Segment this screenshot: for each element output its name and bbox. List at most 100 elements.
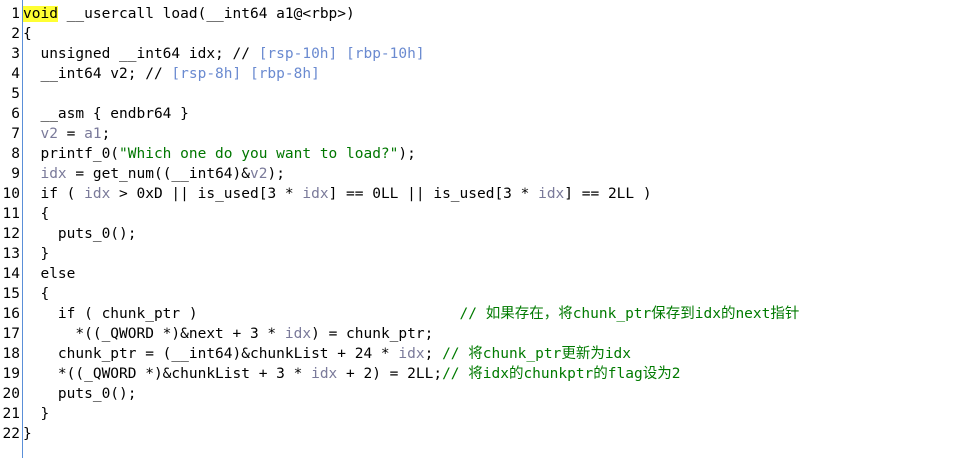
code-token: if ( xyxy=(23,186,85,202)
code-token: idx xyxy=(84,186,111,202)
code-token: a1 xyxy=(84,126,102,142)
code-line[interactable]: 3 unsigned __int64 idx; // [rsp-10h] [rb… xyxy=(0,44,424,64)
code-line[interactable]: 13 } xyxy=(0,244,50,264)
code-token: ] == 0LL || is_used[3 * xyxy=(328,186,539,202)
code-line[interactable]: 14 else xyxy=(0,264,76,284)
code-line[interactable]: 11 { xyxy=(0,204,50,224)
code-token: } xyxy=(23,246,50,262)
code-text: } xyxy=(23,404,49,424)
code-token: // 将chunk_ptr更新为idx xyxy=(442,346,632,362)
line-number: 17 xyxy=(2,326,20,342)
code-token: idx xyxy=(284,326,312,342)
code-line[interactable]: 20 puts_0(); xyxy=(0,384,137,404)
code-text: } xyxy=(23,244,49,264)
line-number: 20 xyxy=(2,386,20,402)
code-token: idx xyxy=(302,186,329,202)
code-token: ); xyxy=(398,146,416,162)
code-text: v2 = a1; xyxy=(23,124,110,144)
code-token: { xyxy=(23,26,32,42)
code-token: else xyxy=(23,266,76,282)
code-token: + 2) = 2LL; xyxy=(337,366,443,382)
line-number: 16 xyxy=(2,306,20,322)
code-text: { xyxy=(23,284,49,304)
code-line[interactable]: 10 if ( idx > 0xD || is_used[3 * idx] ==… xyxy=(0,184,652,204)
code-text: if ( chunk_ptr ) // 如果存在，将chunk_ptr保存到id… xyxy=(23,304,799,324)
code-token: idx xyxy=(311,366,338,382)
code-token: idx xyxy=(538,186,565,202)
code-line[interactable]: 19 *((_QWORD *)&chunkList + 3 * idx + 2)… xyxy=(0,364,681,384)
code-line[interactable]: 6 __asm { endbr64 } xyxy=(0,104,189,124)
line-number: 13 xyxy=(2,246,20,262)
code-token: chunk_ptr = (__int64)&chunkList + 24 * xyxy=(23,346,399,362)
code-line[interactable]: 9 idx = get_num((__int64)&v2); xyxy=(0,164,285,184)
code-token: puts_0(); xyxy=(23,386,137,402)
code-text: { xyxy=(23,204,49,224)
code-token: *((_QWORD *)&chunkList + 3 * xyxy=(23,366,312,382)
code-line[interactable]: 7 v2 = a1; xyxy=(0,124,110,144)
code-text: puts_0(); xyxy=(23,384,137,404)
line-number: 22 xyxy=(2,426,20,442)
line-number: 12 xyxy=(2,226,20,242)
code-text: unsigned __int64 idx; // [rsp-10h] [rbp-… xyxy=(23,44,425,64)
line-number: 19 xyxy=(2,366,20,382)
code-line[interactable]: 4 __int64 v2; // [rsp-8h] [rbp-8h] xyxy=(0,64,320,84)
code-line[interactable]: 8 printf_0("Which one do you want to loa… xyxy=(0,144,416,164)
code-token: // 如果存在，将chunk_ptr保存到idx的next指针 xyxy=(459,306,800,322)
line-number: 18 xyxy=(2,346,20,362)
line-number: 10 xyxy=(2,186,20,202)
code-token: __asm { endbr64 } xyxy=(23,106,189,122)
code-line[interactable]: 15 { xyxy=(0,284,50,304)
code-line[interactable]: 17 *((_QWORD *)&next + 3 * idx) = chunk_… xyxy=(0,324,434,344)
code-token: "Which one do you want to load?" xyxy=(119,146,399,162)
code-text: chunk_ptr = (__int64)&chunkList + 24 * i… xyxy=(23,344,631,364)
line-number: 15 xyxy=(2,286,20,302)
code-line[interactable]: 12 puts_0(); xyxy=(0,224,137,244)
code-token: idx xyxy=(398,346,425,362)
code-token: > 0xD || is_used[3 * xyxy=(110,186,303,202)
code-token: __int64 v2; // xyxy=(23,66,172,82)
code-token: { xyxy=(23,206,50,222)
code-token: [rsp-10h] [rbp-10h] xyxy=(258,46,425,62)
line-number: 6 xyxy=(11,106,20,122)
code-token: idx xyxy=(40,166,67,182)
pseudocode-view[interactable]: 1 void __usercall load(__int64 a1@<rbp>) 2… xyxy=(0,0,970,458)
code-token: puts_0(); xyxy=(23,226,137,242)
code-line[interactable]: 16 if ( chunk_ptr ) // 如果存在，将chunk_ptr保存… xyxy=(0,304,800,324)
code-token: [rsp-8h] [rbp-8h] xyxy=(171,66,320,82)
code-token: v2 xyxy=(250,166,268,182)
code-token: // 将idx的chunkptr的flag设为2 xyxy=(442,366,681,382)
code-token: } xyxy=(23,426,32,442)
code-token: void xyxy=(23,6,58,22)
code-token: if ( chunk_ptr ) xyxy=(23,306,460,322)
code-text: idx = get_num((__int64)&v2); xyxy=(23,164,285,184)
code-text: } xyxy=(23,424,32,444)
code-token: unsigned __int64 idx; // xyxy=(23,46,259,62)
code-token: ; xyxy=(424,346,443,362)
line-number: 11 xyxy=(2,206,20,222)
code-token: { xyxy=(23,286,50,302)
code-token: = get_num((__int64)& xyxy=(66,166,250,182)
code-token: *((_QWORD *)&next + 3 * xyxy=(23,326,285,342)
line-number: 21 xyxy=(2,406,20,422)
code-line[interactable]: 5 xyxy=(0,84,20,104)
code-line[interactable]: 21 } xyxy=(0,404,50,424)
code-line[interactable]: 2{ xyxy=(0,24,31,44)
code-line[interactable]: 1 void __usercall load(__int64 a1@<rbp>) xyxy=(0,4,355,24)
line-number: 2 xyxy=(11,26,20,42)
code-token: ] == 2LL ) xyxy=(564,186,652,202)
line-number: 14 xyxy=(2,266,20,282)
code-text: { xyxy=(23,24,32,44)
code-token: ); xyxy=(267,166,285,182)
code-token: printf_0( xyxy=(23,146,120,162)
code-line[interactable]: 22} xyxy=(0,424,32,444)
code-line[interactable]: 18 chunk_ptr = (__int64)&chunkList + 24 … xyxy=(0,344,631,364)
code-token: = xyxy=(57,126,85,142)
code-text: *((_QWORD *)&chunkList + 3 * idx + 2) = … xyxy=(23,364,681,384)
code-token: v2 xyxy=(40,126,58,142)
code-token: __usercall load(__int64 a1@<rbp>) xyxy=(57,6,355,22)
code-text: void __usercall load(__int64 a1@<rbp>) xyxy=(23,4,355,24)
code-text: puts_0(); xyxy=(23,224,137,244)
code-text: printf_0("Which one do you want to load?… xyxy=(23,144,416,164)
